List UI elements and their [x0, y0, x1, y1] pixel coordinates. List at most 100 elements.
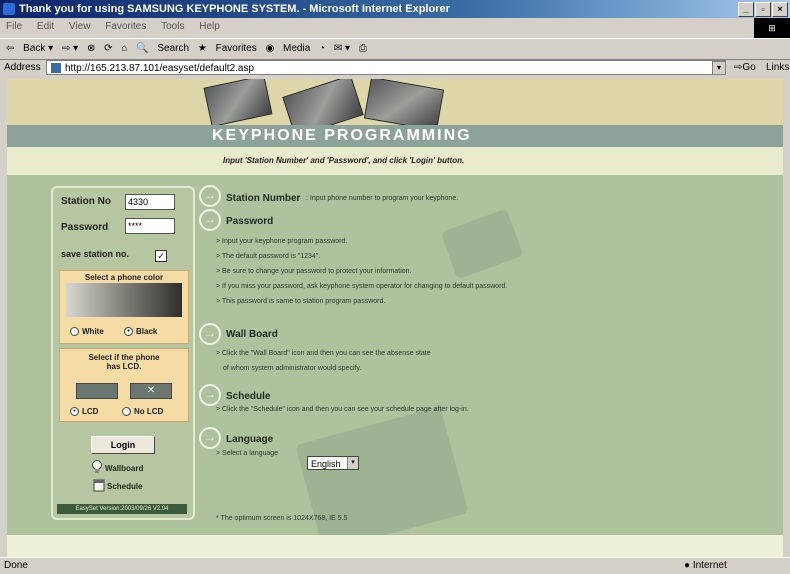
login-panel: Station No 4330 Password **** save stati… — [51, 186, 195, 520]
links-button[interactable]: Links — [766, 59, 789, 77]
bottom-strip — [7, 535, 783, 557]
wallboard-heading: Wall Board — [226, 329, 278, 340]
lcd-title-1: Select if the phone — [88, 353, 160, 362]
color-title: Select a phone color — [84, 273, 164, 282]
language-heading: Language — [226, 434, 274, 445]
maximize-button[interactable]: ▫ — [755, 2, 771, 17]
radio-black[interactable]: ● Black — [124, 327, 157, 336]
lcd-box: Select if the phone has LCD. ✕ ● LCD No L… — [59, 348, 189, 422]
page-viewport: KEYPHONE PROGRAMMING Input 'Station Numb… — [7, 79, 783, 557]
back-button[interactable]: ⇦ Back ▾ — [6, 43, 53, 54]
address-bar: Address http://165.213.87.101/easyset/de… — [0, 59, 790, 77]
calendar-icon[interactable] — [93, 478, 105, 492]
home-icon[interactable]: ⌂ — [121, 43, 127, 54]
back-label: Back — [23, 43, 46, 54]
right-arrow-icon: → — [199, 209, 221, 231]
page-title: KEYPHONE PROGRAMMING — [212, 127, 472, 144]
status-bar: Done ● Internet — [0, 557, 790, 574]
password-line: > This password is same to station progr… — [216, 298, 386, 305]
menu-favorites[interactable]: Favorites — [105, 21, 146, 32]
print-icon[interactable]: ⎙ — [359, 43, 367, 54]
no-lcd-image[interactable]: ✕ — [130, 383, 172, 399]
station-label: Station No — [61, 196, 111, 207]
radio-white-label: White — [82, 327, 104, 336]
menu-bar: File Edit View Favorites Tools Help — [0, 18, 790, 36]
radio-white[interactable]: White — [70, 327, 104, 336]
phone-image — [363, 79, 445, 132]
phone-color-image[interactable] — [66, 283, 182, 317]
right-arrow-icon: → — [199, 323, 221, 345]
banner-image — [7, 79, 783, 138]
radio-lcd-dot[interactable]: ● — [70, 407, 79, 416]
password-line: > Input your keyphone program password. — [216, 238, 348, 245]
favorites-button[interactable]: ★ Favorites — [198, 43, 257, 54]
browser-toolbar: ⇦ Back ▾ ⇨ ▾ ⊗ ⟳ ⌂ 🔍 Search ★ Favorites … — [0, 38, 790, 60]
menu-view[interactable]: View — [69, 21, 91, 32]
menu-help[interactable]: Help — [199, 21, 220, 32]
version-label: EasySet Version:2003/09/26 V2.04 — [57, 504, 187, 514]
zone-label: Internet — [692, 560, 727, 571]
address-url: http://165.213.87.101/easyset/default2.a… — [65, 63, 255, 74]
address-input[interactable]: http://165.213.87.101/easyset/default2.a… — [46, 60, 726, 75]
right-arrow-icon: → — [199, 185, 221, 207]
refresh-icon[interactable]: ⟳ — [104, 43, 112, 54]
right-arrow-icon: → — [199, 384, 221, 406]
lightbulb-icon[interactable] — [91, 460, 103, 474]
optimum-screen-note: * The optimum screen is 1024X768, IE 5.5 — [216, 515, 348, 522]
windows-logo-icon: ⊞ — [754, 18, 790, 38]
password-input[interactable]: **** — [125, 218, 175, 234]
status-text: Done — [4, 560, 28, 571]
radio-no-lcd[interactable]: No LCD — [122, 407, 163, 416]
window-titlebar: Thank you for using SAMSUNG KEYPHONE SYS… — [0, 0, 790, 18]
search-button[interactable]: 🔍 Search — [136, 43, 189, 54]
mail-icon[interactable]: ✉ ▾ — [334, 43, 350, 54]
search-label: Search — [157, 43, 190, 54]
window-controls: _ ▫ × — [738, 2, 788, 17]
menu-file[interactable]: File — [6, 21, 22, 32]
password-label: Password — [61, 222, 109, 233]
wallboard-line: of whom system administrator would speci… — [223, 365, 362, 372]
menu-tools[interactable]: Tools — [161, 21, 184, 32]
go-button[interactable]: ⇨Go — [734, 59, 756, 77]
instruction-bar: Input 'Station Number' and 'Password', a… — [7, 147, 783, 175]
password-heading: Password — [226, 216, 274, 227]
media-button[interactable]: ◉ Media — [266, 43, 311, 54]
language-prompt: > Select a language — [216, 450, 279, 457]
right-arrow-icon: → — [199, 427, 221, 449]
forward-button[interactable]: ⇨ ▾ — [62, 43, 78, 54]
go-label: Go — [742, 62, 756, 73]
schedule-heading: Schedule — [226, 391, 271, 402]
language-select[interactable]: English ▾ — [307, 456, 359, 470]
menu-edit[interactable]: Edit — [37, 21, 54, 32]
station-input[interactable]: 4330 — [125, 194, 175, 210]
address-label: Address — [4, 62, 41, 73]
station-number-heading: Station Number — [226, 193, 301, 204]
schedule-link[interactable]: Schedule — [107, 482, 143, 491]
radio-no-lcd-dot[interactable] — [122, 407, 131, 416]
internet-zone: ● Internet — [684, 560, 727, 571]
language-selected: English — [311, 459, 341, 469]
lcd-image[interactable] — [76, 383, 118, 399]
radio-white-dot[interactable] — [70, 327, 79, 336]
wallboard-line: > Click the "Wall Board" icon and then y… — [216, 350, 431, 357]
radio-black-dot[interactable]: ● — [124, 327, 133, 336]
wallboard-link[interactable]: Wallboard — [105, 464, 143, 473]
radio-lcd[interactable]: ● LCD — [70, 407, 98, 416]
instruction-text: Input 'Station Number' and 'Password', a… — [223, 156, 465, 165]
radio-black-label: Black — [136, 327, 158, 336]
lcd-title-2: has LCD. — [106, 362, 142, 371]
close-button[interactable]: × — [772, 2, 788, 17]
address-dropdown[interactable]: ▾ — [712, 61, 726, 75]
password-line: > The default password is "1234". — [216, 253, 321, 260]
page-icon — [51, 63, 61, 74]
chevron-down-icon[interactable]: ▾ — [347, 457, 358, 469]
save-station-checkbox[interactable]: ✓ — [155, 250, 167, 262]
radio-lcd-label: LCD — [82, 407, 99, 416]
login-button[interactable]: Login — [91, 436, 155, 454]
radio-no-lcd-label: No LCD — [134, 407, 164, 416]
history-icon[interactable]: ◔ — [319, 43, 325, 54]
minimize-button[interactable]: _ — [738, 2, 754, 17]
stop-icon[interactable]: ⊗ — [87, 43, 95, 54]
password-line: > If you miss your password, ask keyphon… — [216, 283, 508, 290]
ie-icon — [3, 3, 15, 15]
